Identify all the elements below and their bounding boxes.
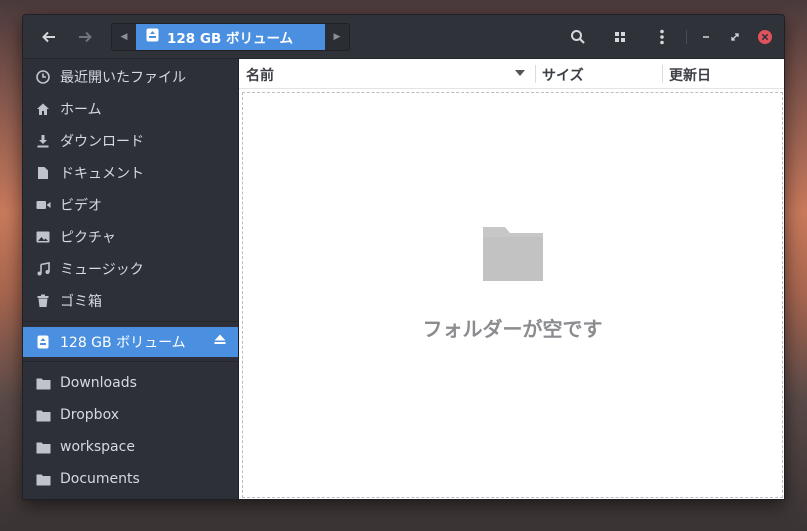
sidebar-item-home[interactable]: ホーム — [23, 94, 238, 124]
file-manager-window: ◀ 128 GB ボリューム ▶ 最近開いたファイル ホーム ダウンロード ドキ… — [22, 14, 785, 500]
minimize-icon — [703, 36, 709, 38]
path-scroll-right-button[interactable]: ▶ — [325, 24, 349, 50]
sidebar-item-bookmark-workspace[interactable]: workspace — [23, 432, 238, 462]
folder-icon — [35, 439, 51, 455]
sidebar-item-label: ホーム — [60, 102, 102, 118]
sidebar-item-label: ドキュメント — [60, 166, 144, 182]
path-bar: ◀ 128 GB ボリューム ▶ — [111, 23, 350, 51]
path-segment-current[interactable]: 128 GB ボリューム — [136, 24, 325, 50]
picture-icon — [35, 229, 51, 245]
sidebar-item-label: ピクチャ — [60, 230, 116, 246]
column-size-header[interactable]: サイズ — [542, 65, 584, 85]
back-button[interactable] — [35, 23, 63, 51]
close-icon — [758, 30, 772, 44]
maximize-icon — [731, 33, 739, 41]
minimize-button[interactable] — [692, 23, 720, 51]
sidebar-item-documents[interactable]: ドキュメント — [23, 158, 238, 188]
close-button[interactable] — [751, 23, 779, 51]
sidebar-item-recent[interactable]: 最近開いたファイル — [23, 62, 238, 92]
sidebar-item-downloads[interactable]: ダウンロード — [23, 126, 238, 156]
sidebar-item-label: 最近開いたファイル — [60, 70, 186, 86]
sidebar-item-bookmark-documents[interactable]: Documents — [23, 464, 238, 494]
sidebar-separator — [23, 321, 238, 322]
sidebar-item-label: Downloads — [60, 375, 137, 391]
sidebar: 最近開いたファイル ホーム ダウンロード ドキュメント ビデオ ピクチャ ミュー… — [23, 59, 238, 499]
view-toggle-button[interactable] — [606, 23, 634, 51]
empty-state: フォルダーが空です — [243, 223, 782, 342]
sidebar-item-bookmark-dropbox[interactable]: Dropbox — [23, 400, 238, 430]
sidebar-item-videos[interactable]: ビデオ — [23, 190, 238, 220]
path-scroll-left-button[interactable]: ◀ — [112, 24, 136, 50]
music-icon — [35, 261, 51, 277]
sidebar-item-trash[interactable]: ゴミ箱 — [23, 286, 238, 316]
arrow-right-icon — [79, 31, 92, 43]
kebab-menu-icon — [660, 29, 664, 45]
download-icon — [35, 133, 51, 149]
folder-icon — [35, 407, 51, 423]
sidebar-item-label: ダウンロード — [60, 134, 144, 150]
column-modified-header[interactable]: 更新日 — [669, 65, 711, 85]
folder-icon — [35, 375, 51, 391]
maximize-button[interactable] — [721, 23, 749, 51]
column-divider[interactable] — [535, 65, 536, 83]
document-icon — [35, 165, 51, 181]
sidebar-item-label: ゴミ箱 — [60, 294, 102, 310]
path-segment-label: 128 GB ボリューム — [167, 31, 294, 47]
sidebar-item-volume[interactable]: 128 GB ボリューム — [23, 327, 238, 357]
sidebar-item-pictures[interactable]: ピクチャ — [23, 222, 238, 252]
drive-icon — [35, 334, 51, 350]
clock-icon — [35, 69, 51, 85]
file-view: 名前 サイズ 更新日 フォルダーが空です — [238, 59, 784, 499]
column-divider[interactable] — [662, 65, 663, 83]
sidebar-item-label: ビデオ — [60, 198, 102, 214]
column-name-header[interactable]: 名前 — [246, 65, 274, 85]
folder-icon — [35, 471, 51, 487]
sidebar-item-label: Dropbox — [60, 407, 119, 423]
header-bar: ◀ 128 GB ボリューム ▶ — [23, 15, 784, 59]
empty-folder-message: フォルダーが空です — [422, 317, 603, 341]
home-icon — [35, 101, 51, 117]
sort-descending-icon[interactable] — [515, 70, 525, 76]
folder-icon — [481, 223, 545, 287]
trash-icon — [35, 293, 51, 309]
arrow-left-icon — [42, 31, 55, 43]
header-separator — [686, 30, 687, 44]
grid-view-icon — [615, 32, 625, 42]
sidebar-item-label: 128 GB ボリューム — [60, 335, 186, 351]
eject-icon[interactable] — [214, 334, 226, 348]
sidebar-separator — [23, 361, 238, 362]
drive-icon — [146, 28, 159, 46]
sidebar-item-label: Documents — [60, 471, 140, 487]
forward-button[interactable] — [71, 23, 99, 51]
menu-button[interactable] — [648, 23, 676, 51]
file-list-area[interactable]: フォルダーが空です — [242, 92, 783, 498]
video-icon — [35, 197, 51, 213]
sidebar-item-label: workspace — [60, 439, 135, 455]
search-button[interactable] — [564, 23, 592, 51]
sidebar-item-bookmark-downloads[interactable]: Downloads — [23, 368, 238, 398]
column-header: 名前 サイズ 更新日 — [239, 59, 784, 89]
search-icon — [571, 30, 585, 44]
sidebar-item-music[interactable]: ミュージック — [23, 254, 238, 284]
sidebar-item-label: ミュージック — [60, 262, 144, 278]
